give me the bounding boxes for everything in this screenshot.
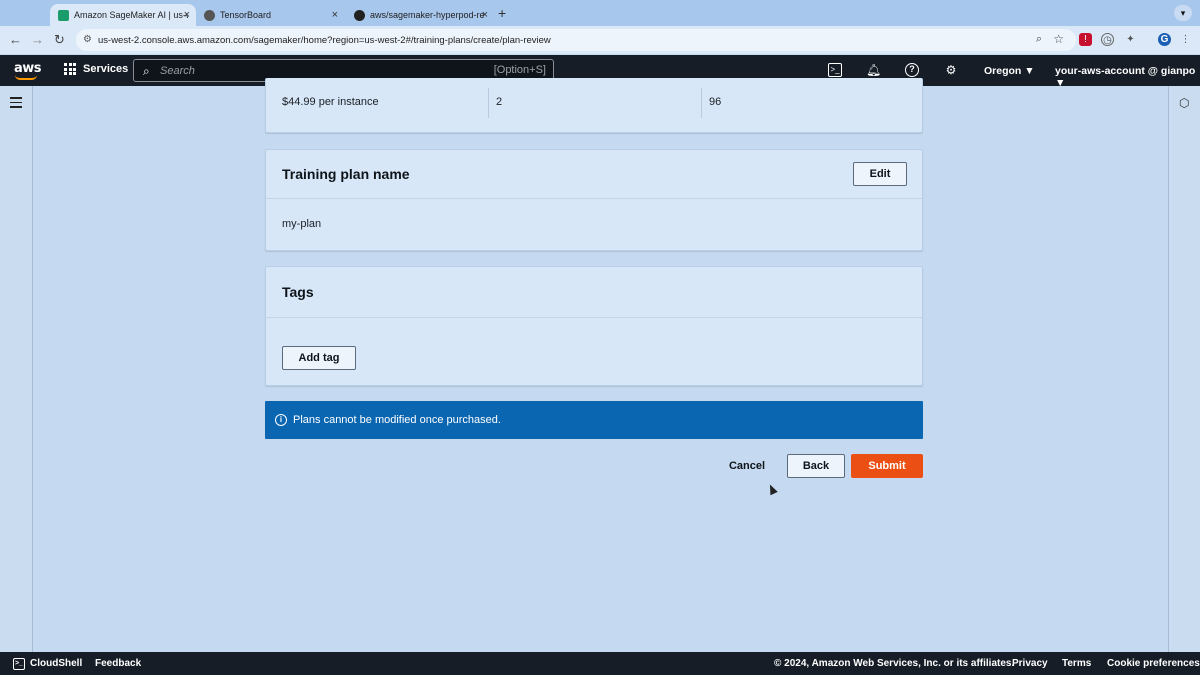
copyright-text: © 2024, Amazon Web Services, Inc. or its… xyxy=(774,658,1015,669)
aws-smile-logo-icon xyxy=(15,75,37,80)
info-alert: i Plans cannot be modified once purchase… xyxy=(265,401,923,439)
close-tab-icon[interactable]: × xyxy=(332,9,338,21)
profile-avatar[interactable]: G xyxy=(1158,33,1171,46)
notifications-bell-icon[interactable]: 🔔︎ xyxy=(866,63,881,77)
column-divider xyxy=(701,88,702,118)
browser-tab-tensorboard[interactable]: TensorBoard × xyxy=(196,4,344,26)
instance-count-value: 2 xyxy=(496,96,503,108)
url-text: us-west-2.console.aws.amazon.com/sagemak… xyxy=(98,34,551,46)
plan-summary-container: $44.99 per instance 2 96 xyxy=(265,78,923,133)
submit-button[interactable]: Submit xyxy=(851,454,923,478)
bookmark-star-icon[interactable]: ☆ xyxy=(1053,32,1064,46)
browser-tab-github[interactable]: aws/sagemaker-hyperpod-re × xyxy=(346,4,494,26)
globe-favicon-icon xyxy=(204,9,215,21)
plan-name-value: my-plan xyxy=(282,218,322,230)
aws-logo[interactable]: aws xyxy=(14,61,42,76)
back-button[interactable]: Back xyxy=(787,454,845,478)
column-divider xyxy=(488,88,489,118)
search-input[interactable] xyxy=(160,63,460,78)
alert-message: Plans cannot be modified once purchased. xyxy=(293,414,501,426)
zoom-icon[interactable]: ⌕ xyxy=(1036,33,1042,46)
privacy-link[interactable]: Privacy xyxy=(1012,658,1048,669)
info-circle-icon: i xyxy=(275,414,287,426)
hourly-rate-value: $44.99 per instance xyxy=(282,96,379,108)
cloudshell-link[interactable]: CloudShell xyxy=(30,658,82,669)
sagemaker-favicon-icon xyxy=(58,9,69,21)
extension-clock-icon[interactable]: ◷ xyxy=(1101,33,1114,46)
tab-title: TensorBoard xyxy=(220,10,272,20)
training-plan-name-container: Training plan name Edit my-plan xyxy=(265,149,923,251)
extension-shield-icon[interactable]: ! xyxy=(1079,33,1092,46)
region-selector[interactable]: Oregon ▼ xyxy=(984,65,1035,77)
settings-gear-icon[interactable]: ⚙ xyxy=(944,63,958,77)
browser-tab-sagemaker[interactable]: Amazon SageMaker AI | us-w × xyxy=(50,4,196,26)
grid-icon xyxy=(64,63,76,75)
close-tab-icon[interactable]: × xyxy=(184,9,190,21)
total-hours-value: 96 xyxy=(709,96,722,108)
feedback-link[interactable]: Feedback xyxy=(95,658,141,669)
tab-title: Amazon SageMaker AI | us-w xyxy=(74,10,188,20)
tab-title: aws/sagemaker-hyperpod-re xyxy=(370,10,485,20)
forward-arrow-icon[interactable]: → xyxy=(31,32,44,47)
right-side-rail: ⬡ xyxy=(1168,86,1200,652)
new-tab-button[interactable]: + xyxy=(498,5,506,21)
left-side-rail xyxy=(0,86,33,652)
close-tab-icon[interactable]: × xyxy=(482,9,488,21)
edit-plan-name-button[interactable]: Edit xyxy=(853,162,907,186)
section-title: Training plan name xyxy=(282,166,410,182)
cloudshell-icon[interactable]: >_ xyxy=(13,658,25,670)
console-footer: >_ CloudShell Feedback © 2024, Amazon We… xyxy=(0,652,1200,675)
section-title: Tags xyxy=(282,284,314,300)
menu-hamburger-icon[interactable] xyxy=(10,97,22,111)
mouse-cursor-icon xyxy=(766,482,778,496)
github-favicon-icon xyxy=(354,9,365,21)
extensions-puzzle-icon[interactable]: ✦ xyxy=(1124,33,1137,46)
tools-panel-icon[interactable]: ⬡ xyxy=(1179,96,1189,110)
back-arrow-icon[interactable]: ← xyxy=(9,32,22,47)
help-icon[interactable]: ? xyxy=(905,63,919,77)
cancel-button[interactable]: Cancel xyxy=(722,456,772,476)
search-shortcut-hint: [Option+S] xyxy=(493,64,546,76)
container-header: Training plan name Edit xyxy=(266,150,922,199)
terms-link[interactable]: Terms xyxy=(1062,658,1091,669)
browser-menu-icon[interactable]: ⋮ xyxy=(1179,33,1192,46)
browser-toolbar: ← → ↻ ⚙ us-west-2.console.aws.amazon.com… xyxy=(0,26,1200,54)
browser-tab-strip: Amazon SageMaker AI | us-w × TensorBoard… xyxy=(0,0,1200,26)
cookie-preferences-link[interactable]: Cookie preferences xyxy=(1107,658,1200,669)
address-bar[interactable]: ⚙ us-west-2.console.aws.amazon.com/sagem… xyxy=(76,29,1076,51)
add-tag-button[interactable]: Add tag xyxy=(282,346,356,370)
services-menu-button[interactable]: Services xyxy=(64,63,128,75)
services-label: Services xyxy=(83,63,129,75)
container-header: Tags xyxy=(266,267,922,318)
cloudshell-icon[interactable]: >_ xyxy=(828,63,842,77)
search-icon: ⌕ xyxy=(143,64,150,78)
tab-search-button[interactable]: ▾ xyxy=(1174,5,1192,21)
site-info-icon[interactable]: ⚙ xyxy=(83,34,92,45)
reload-icon[interactable]: ↻ xyxy=(54,32,65,48)
tags-container: Tags Add tag xyxy=(265,266,923,386)
